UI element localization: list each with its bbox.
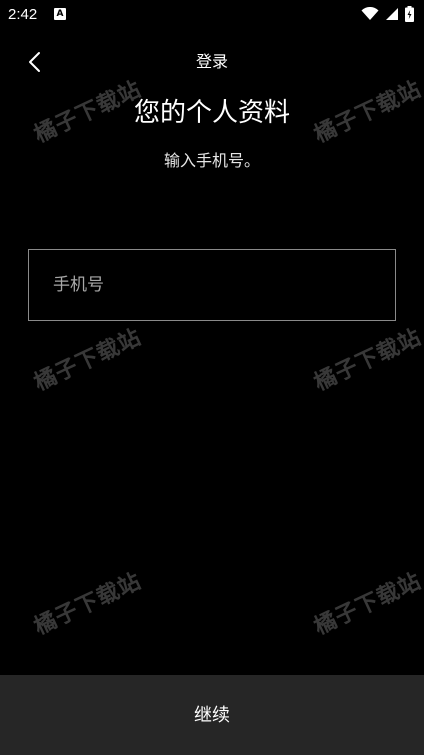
watermark-text: 橘子下载站 — [310, 324, 424, 397]
status-bar: 2:42 A — [0, 0, 424, 30]
cellular-signal-icon — [386, 8, 398, 20]
phone-field[interactable] — [28, 249, 396, 321]
notification-app-icon: A — [54, 8, 66, 20]
page-title: 您的个人资料 — [133, 98, 290, 128]
status-time: 2:42 — [8, 6, 38, 23]
watermark-text: 橘子下载站 — [30, 568, 146, 641]
wifi-icon — [361, 7, 379, 20]
continue-button[interactable]: 继续 — [0, 675, 424, 755]
login-screen: 2:42 A 登录 您的个人资料 输入手机号。 橘子下载站 橘子下载站 — [0, 0, 424, 755]
battery-charging-icon — [405, 6, 414, 22]
phone-input[interactable] — [29, 250, 395, 320]
status-icons — [361, 6, 414, 22]
watermark-text: 橘子下载站 — [310, 568, 424, 641]
watermark-text: 橘子下载站 — [30, 324, 146, 397]
header-title: 登录 — [195, 52, 228, 71]
page-subtitle: 输入手机号。 — [163, 151, 260, 170]
